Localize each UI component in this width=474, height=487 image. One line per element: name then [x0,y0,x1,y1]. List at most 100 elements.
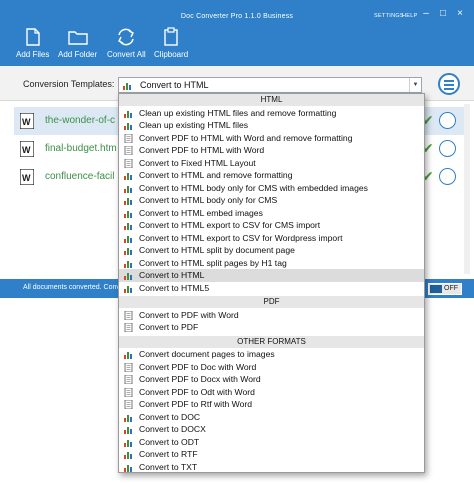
template-option[interactable]: Convert PDF to HTML with Word [119,144,424,157]
chart-icon [124,273,132,280]
templates-label: Conversion Templates: [23,79,115,89]
scrollbar[interactable] [464,104,470,274]
chart-icon [124,198,132,205]
template-option[interactable]: Convert PDF to Odt with Word [119,386,424,399]
chart-icon [124,110,132,118]
template-option-label: Convert to HTML [139,270,205,280]
word-file-icon: W [20,169,34,185]
template-option[interactable]: Convert to TXT [119,461,424,474]
template-option[interactable]: Convert to DOCX [119,423,424,436]
hamburger-icon [444,84,454,86]
file-name: confluence-facil [45,171,115,182]
template-option[interactable]: Convert PDF to Rtf with Word [119,398,424,411]
template-option[interactable]: Convert to HTML [119,269,424,282]
template-option-label: Convert to PDF with Word [139,309,239,320]
doc-icon [124,310,133,320]
template-option-label: Convert to HTML and remove formatting [139,170,293,180]
toggle-knob [430,285,442,293]
template-option[interactable]: Convert to HTML split pages by H1 tag [119,257,424,270]
template-select-value: Convert to HTML [140,80,209,90]
template-option-label: Convert document pages to images [139,349,275,359]
group-header-pdf: PDF [119,296,424,308]
convert-all-label: Convert All [107,50,146,59]
chart-icon [124,439,132,447]
template-option[interactable]: Convert to ODT [119,436,424,449]
hamburger-icon [444,80,454,82]
svg-text:W: W [22,117,31,127]
template-option[interactable]: Convert to HTML and remove formatting [119,169,424,182]
template-option[interactable]: Convert to HTML split by document page [119,244,424,257]
template-option-label: Convert to HTML5 [139,282,210,293]
template-option-label: Convert PDF to HTML with Word [139,145,265,155]
title-bar: Doc Converter Pro 1.1.0 Business SETTING… [0,0,474,66]
template-option-label: Convert to HTML split by document page [139,245,295,255]
clipboard-label: Clipboard [154,50,189,59]
chart-icon [124,185,132,193]
template-option-label: Convert to TXT [139,461,198,472]
template-option[interactable]: Clean up existing HTML files [119,119,424,132]
clipboard-button[interactable]: Clipboard [154,27,188,59]
template-option[interactable]: Convert to HTML body only for CMS with e… [119,182,424,195]
html-file-icon: W [20,113,34,129]
template-option[interactable]: Convert to RTF [119,448,424,461]
settings-link[interactable]: SETTINGS [374,13,404,19]
template-option[interactable]: Convert PDF to Docx with Word [119,373,424,386]
toggle-label: OFF [444,285,458,292]
template-option-label: Clean up existing HTML files and remove … [139,107,337,118]
template-option[interactable]: Convert document pages to images [119,348,424,361]
add-folder-icon [67,31,88,45]
template-option[interactable]: Convert to Fixed HTML Layout [119,157,424,170]
template-option-label: Convert to HTML split pages by H1 tag [139,257,287,268]
help-link[interactable]: HELP [402,13,418,19]
template-option-label: Convert PDF to Rtf with Word [139,399,253,409]
doc-icon [124,323,133,332]
chart-icon [124,248,132,255]
hamburger-icon [444,88,454,90]
template-option-label: Convert PDF to HTML with Word and remove… [139,132,353,143]
add-folder-button[interactable]: Add Folder [58,27,97,59]
file-options-icon[interactable] [439,168,456,185]
template-option-label: Convert PDF to Odt with Word [139,386,255,397]
chart-icon [124,414,132,422]
chart-icon [124,427,132,434]
file-options-icon[interactable] [439,112,456,129]
word-file-icon: W [20,141,34,157]
chart-icon [124,223,132,230]
template-option[interactable]: Clean up existing HTML files and remove … [119,107,424,120]
clipboard-icon [164,27,178,46]
chart-icon [124,235,132,243]
template-option[interactable]: Convert to HTML export to CSV for Wordpr… [119,232,424,245]
template-option-label: Convert to HTML export to CSV for Wordpr… [139,232,343,243]
template-option[interactable]: Convert to HTML export to CSV for CMS im… [119,219,424,232]
template-option[interactable]: Convert to HTML5 [119,282,424,295]
chevron-down-icon[interactable]: ▼ [409,78,421,92]
template-option-label: Convert to ODT [139,436,200,447]
template-option[interactable]: Convert to HTML body only for CMS [119,194,424,207]
template-option[interactable]: Convert to HTML embed images [119,207,424,220]
template-option-label: Convert to Fixed HTML Layout [139,157,256,168]
template-option[interactable]: Convert to PDF with Word [119,309,424,322]
file-options-icon[interactable] [439,140,456,157]
doc-icon [124,133,133,143]
svg-text:W: W [22,145,31,155]
convert-all-button[interactable]: Convert All [107,27,146,59]
chart-icon [124,260,132,268]
chart-icon [124,173,132,180]
minimize-button[interactable]: – [420,9,432,19]
template-select[interactable]: Convert to HTML ▼ [118,77,422,93]
template-option[interactable]: Convert PDF to HTML with Word and remove… [119,132,424,145]
template-option[interactable]: Convert PDF to Doc with Word [119,361,424,374]
auto-convert-toggle[interactable]: OFF [428,283,462,295]
maximize-button[interactable]: □ [437,9,449,19]
chart-icon [124,352,132,359]
refresh-icon [118,28,135,46]
chart-icon [124,452,132,459]
close-button[interactable]: × [454,9,466,19]
template-option-label: Convert to HTML body only for CMS [139,195,278,205]
menu-button[interactable] [438,73,460,95]
template-option[interactable]: Convert to DOC [119,411,424,424]
template-option[interactable]: Convert to PDF [119,321,424,334]
add-files-button[interactable]: Add Files [16,27,49,59]
group-header-html: HTML [119,94,424,106]
file-name: the-wonder-of-c [45,115,116,126]
